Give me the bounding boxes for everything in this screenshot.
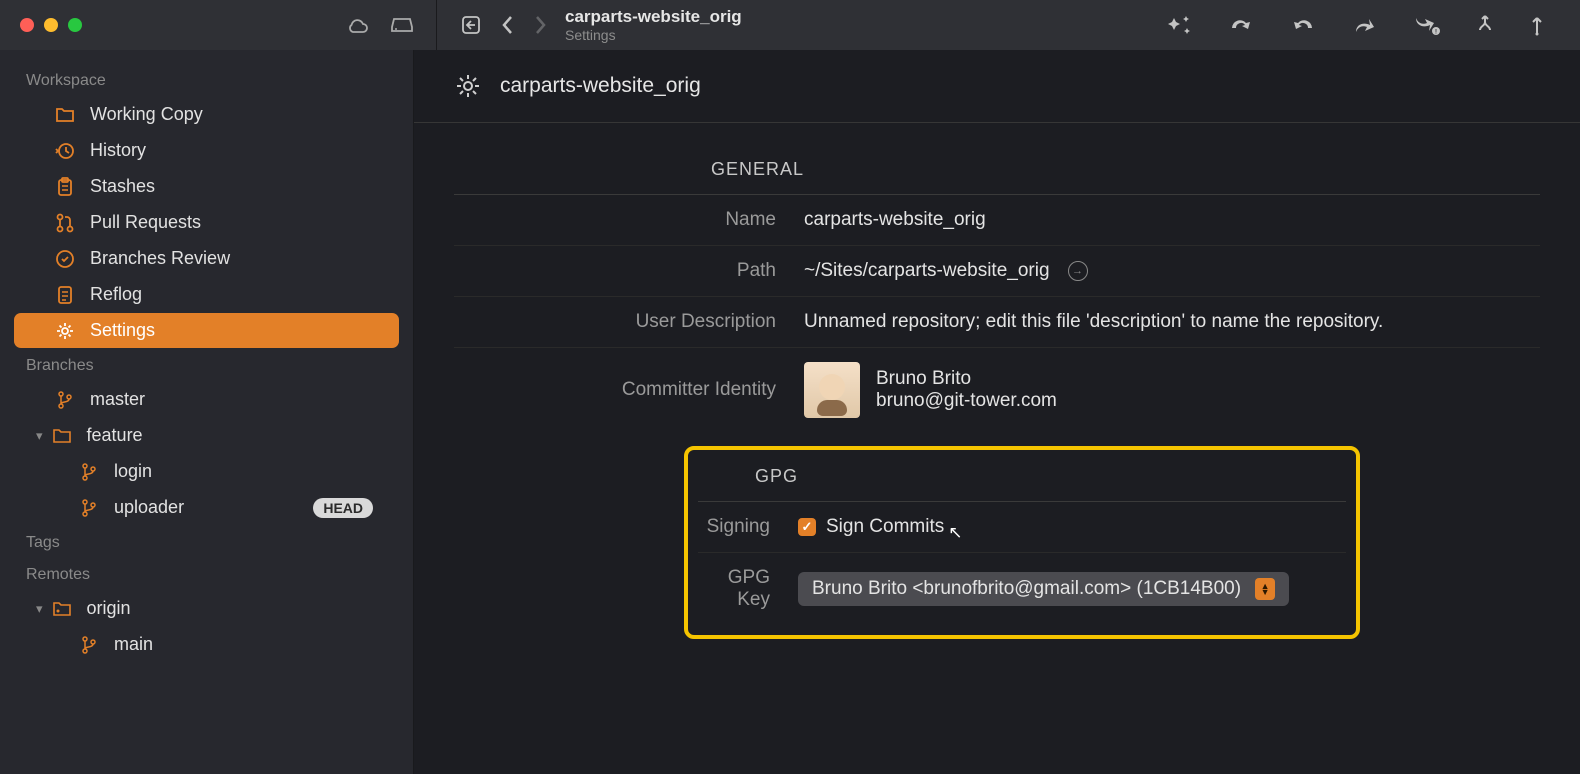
- reflog-icon: [54, 285, 76, 305]
- committer-identity-label: Committer Identity: [454, 379, 804, 401]
- section-title-gpg: GPG: [698, 466, 798, 487]
- remote-folder-icon: [51, 601, 73, 617]
- committer-email: bruno@git-tower.com: [876, 390, 1057, 412]
- head-badge: HEAD: [313, 498, 373, 518]
- path-label: Path: [454, 260, 804, 282]
- gpg-key-select[interactable]: Bruno Brito <brunofbrito@gmail.com> (1CB…: [798, 572, 1289, 606]
- sidebar-item-label: Branches Review: [90, 248, 230, 269]
- remote-label: origin: [87, 598, 131, 619]
- cursor-icon: ↖: [948, 523, 962, 543]
- sidebar-section-tags: Tags: [0, 526, 413, 558]
- sidebar-item-label: History: [90, 140, 146, 161]
- folder-icon: [54, 106, 76, 124]
- pull-request-icon: [54, 213, 76, 233]
- maximize-window-button[interactable]: [68, 18, 82, 32]
- sidebar-item-working-copy[interactable]: Working Copy: [14, 97, 399, 132]
- sidebar-section-remotes: Remotes: [0, 558, 413, 590]
- repo-title: carparts-website_orig: [565, 7, 742, 27]
- gpg-section: GPG Signing ✓ Sign Commits ↖ GPG Key: [698, 466, 1346, 625]
- share-up-icon[interactable]: [1352, 14, 1376, 36]
- branch-item-feature[interactable]: ▾ feature: [14, 418, 399, 453]
- sidebar-item-reflog[interactable]: Reflog: [14, 277, 399, 312]
- share-down-icon[interactable]: !: [1412, 14, 1440, 36]
- path-value: ~/Sites/carparts-website_orig →: [804, 260, 1540, 282]
- chevron-down-icon[interactable]: ▾: [36, 428, 43, 444]
- clipboard-icon: [54, 177, 76, 197]
- branch-icon: [78, 463, 100, 481]
- back-to-list-icon[interactable]: [459, 14, 483, 36]
- branch-label: feature: [87, 425, 143, 446]
- remote-branch-main[interactable]: main: [14, 627, 399, 662]
- titlebar: carparts-website_orig Settings !: [0, 0, 1580, 50]
- chevron-down-icon[interactable]: ▾: [36, 601, 43, 617]
- branch-icon: [78, 636, 100, 654]
- sidebar-item-label: Pull Requests: [90, 212, 201, 233]
- nav-forward-button[interactable]: [533, 14, 547, 36]
- window-controls: [0, 18, 82, 32]
- avatar: [804, 362, 860, 418]
- sidebar-item-settings[interactable]: Settings: [14, 313, 399, 348]
- sidebar-item-pull-requests[interactable]: Pull Requests: [14, 205, 399, 240]
- remote-item-origin[interactable]: ▾ origin: [14, 591, 399, 626]
- cloud-icon[interactable]: [346, 16, 370, 34]
- section-title-general: GENERAL: [454, 159, 804, 180]
- sidebar: Workspace Working Copy History Stashes P…: [0, 50, 414, 774]
- signing-label: Signing: [698, 516, 798, 538]
- nav-back-button[interactable]: [501, 14, 515, 36]
- sparkle-icon[interactable]: [1168, 14, 1192, 36]
- drive-icon[interactable]: [390, 16, 414, 34]
- branch-label: login: [114, 461, 152, 482]
- content-header: carparts-website_orig: [414, 50, 1580, 123]
- sign-commits-checkbox[interactable]: ✓: [798, 518, 816, 536]
- select-arrows-icon: ▲▼: [1255, 578, 1275, 600]
- branch-label: master: [90, 389, 145, 410]
- sign-commits-label: Sign Commits: [826, 516, 944, 538]
- gpg-highlight: GPG Signing ✓ Sign Commits ↖ GPG Key: [684, 446, 1360, 639]
- sidebar-section-workspace: Workspace: [0, 64, 413, 96]
- sidebar-item-label: Working Copy: [90, 104, 203, 125]
- sidebar-item-label: Stashes: [90, 176, 155, 197]
- folder-icon: [51, 428, 73, 444]
- undo-icon[interactable]: [1290, 14, 1316, 36]
- breadcrumb: carparts-website_orig Settings: [565, 7, 742, 43]
- content-title: carparts-website_orig: [500, 74, 701, 98]
- sidebar-item-history[interactable]: History: [14, 133, 399, 168]
- name-value[interactable]: carparts-website_orig: [804, 209, 1540, 231]
- sidebar-item-stashes[interactable]: Stashes: [14, 169, 399, 204]
- branch-icon: [54, 391, 76, 409]
- branch-item-login[interactable]: login: [14, 454, 399, 489]
- branch-label: uploader: [114, 497, 184, 518]
- close-window-button[interactable]: [20, 18, 34, 32]
- branch-label: main: [114, 634, 153, 655]
- gpg-key-value: Bruno Brito <brunofbrito@gmail.com> (1CB…: [812, 578, 1241, 600]
- sidebar-item-branches-review[interactable]: Branches Review: [14, 241, 399, 276]
- history-icon: [54, 141, 76, 161]
- reveal-in-finder-icon[interactable]: →: [1068, 261, 1088, 281]
- review-icon: [54, 249, 76, 269]
- general-section: GENERAL Name carparts-website_orig Path …: [454, 159, 1540, 432]
- sidebar-section-branches: Branches: [0, 349, 413, 381]
- sidebar-item-label: Settings: [90, 320, 155, 341]
- view-subtitle: Settings: [565, 27, 742, 43]
- path-text: ~/Sites/carparts-website_orig: [804, 260, 1050, 282]
- gear-icon: [454, 72, 482, 100]
- redo-icon[interactable]: [1228, 14, 1254, 36]
- sidebar-item-label: Reflog: [90, 284, 142, 305]
- merge-icon[interactable]: [1476, 14, 1494, 36]
- main-content: carparts-website_orig GENERAL Name carpa…: [414, 50, 1580, 774]
- branch-item-master[interactable]: master: [14, 382, 399, 417]
- upload-icon[interactable]: [1530, 14, 1544, 36]
- minimize-window-button[interactable]: [44, 18, 58, 32]
- svg-text:!: !: [1435, 30, 1437, 36]
- branch-icon: [78, 499, 100, 517]
- branch-item-uploader[interactable]: uploader HEAD: [14, 490, 399, 525]
- gear-icon: [54, 321, 76, 341]
- name-label: Name: [454, 209, 804, 231]
- user-description-value[interactable]: Unnamed repository; edit this file 'desc…: [804, 311, 1540, 333]
- committer-name: Bruno Brito: [876, 368, 1057, 390]
- user-description-label: User Description: [454, 311, 804, 333]
- committer-identity[interactable]: Bruno Brito bruno@git-tower.com: [804, 362, 1057, 418]
- gpg-key-label: GPG Key: [698, 567, 798, 611]
